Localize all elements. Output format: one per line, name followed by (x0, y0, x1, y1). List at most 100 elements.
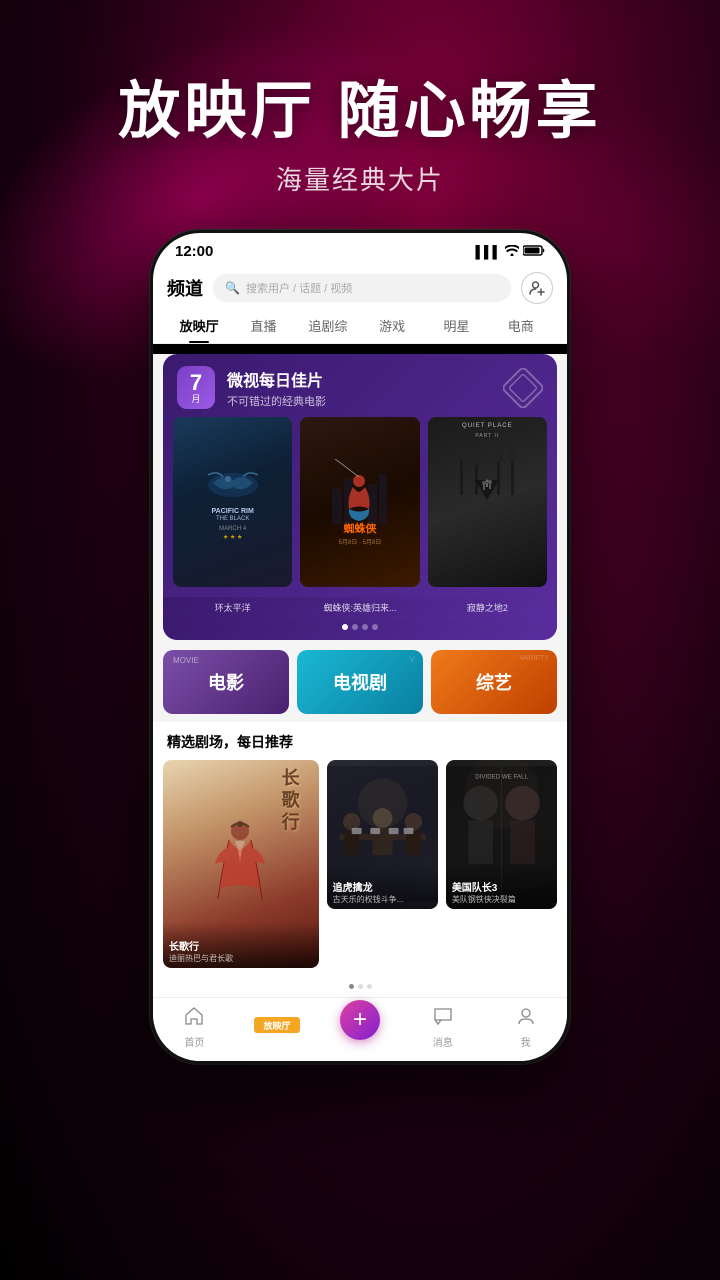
drama-desc-2: 古天乐的权钱斗争... (333, 894, 432, 905)
message-icon (433, 1006, 453, 1032)
phone-mockup: 12:00 ▌▌▌ 频道 🔍 搜索用户 / 话题 / 视频 (150, 230, 570, 1064)
status-time: 12:00 (175, 243, 213, 260)
tab-live[interactable]: 直播 (231, 312, 295, 343)
movie-spiderman[interactable]: 蜘蛛侠 5月8日 · 5月8日 (300, 417, 419, 587)
cat-overlay-3: VARIETY (520, 655, 549, 662)
featured-info: 微视每日佳片 不可错过的经典电影 (227, 367, 326, 409)
hero-section: 放映厅 随心畅享 海量经典大片 (0, 60, 720, 197)
svg-text:放映厅: 放映厅 (263, 1020, 291, 1031)
drama-overlay-1: 长歌行 迪丽热巴与君长歌 (163, 922, 319, 968)
featured-title: 微视每日佳片 (227, 367, 326, 391)
movie-quiet-place[interactable]: QUIET PLACE PART II (428, 417, 547, 587)
cat-label-variety: 综艺 (476, 669, 512, 695)
movie-label-1: 环太平洋 (173, 601, 292, 614)
nav-messages-label: 消息 (433, 1034, 453, 1049)
search-icon: 🔍 (225, 281, 240, 295)
header-logo: 频道 (167, 275, 203, 301)
plus-button[interactable]: + (340, 1000, 380, 1040)
wifi-icon (505, 245, 519, 259)
movie-label-2: 蜘蛛侠:英雄归来... (300, 601, 419, 614)
drama-item-2[interactable]: 追虎擒龙 古天乐的权钱斗争... (327, 760, 438, 968)
drama-overlay-3: 美国队长3 美队钢铁侠决裂篇 (446, 863, 557, 909)
character-silhouette (213, 819, 268, 909)
phone-frame: 12:00 ▌▌▌ 频道 🔍 搜索用户 / 话题 / 视频 (150, 230, 570, 1064)
featured-subtitle: 不可错过的经典电影 (227, 393, 326, 409)
drama-overlay-2: 追虎擒龙 古天乐的权钱斗争... (327, 863, 438, 909)
diamond-icon (503, 368, 543, 408)
drama-item-3[interactable]: DIVIDED WE FALL 美国队长3 美队钢铁侠决裂篇 (446, 760, 557, 968)
bottom-nav: 首页 放映厅 + (153, 997, 567, 1061)
nav-profile-label: 我 (521, 1034, 531, 1049)
dot-4 (372, 624, 378, 630)
carousel-dots (163, 620, 557, 640)
date-unit: 月 (185, 392, 207, 405)
home-icon (184, 1006, 204, 1032)
drama-desc-1: 迪丽热巴与君长歌 (169, 953, 313, 964)
drama-name-3: 美国队长3 (452, 879, 551, 894)
tab-drama[interactable]: 追剧综 (296, 312, 360, 343)
app-header: 频道 🔍 搜索用户 / 话题 / 视频 (153, 264, 567, 304)
profile-icon (516, 1006, 536, 1032)
dragon-silhouette (203, 465, 263, 505)
spiderman-silhouette (332, 459, 387, 524)
movie-cover-3: QUIET PLACE PART II (428, 417, 547, 587)
section-title: 精选剧场，每日推荐 (167, 732, 553, 752)
section-header: 精选剧场，每日推荐 (153, 722, 567, 760)
tab-games[interactable]: 游戏 (360, 312, 424, 343)
movie-cover-2: 蜘蛛侠 5月8日 · 5月8日 (300, 417, 419, 587)
nav-plus[interactable]: + (330, 1014, 390, 1040)
nav-home[interactable]: 首页 (164, 1006, 224, 1049)
tab-stars[interactable]: 明星 (424, 312, 488, 343)
drama-desc-3: 美队钢铁侠决裂篇 (452, 894, 551, 905)
nav-fanying[interactable]: 放映厅 (247, 1016, 307, 1039)
status-icons: ▌▌▌ (475, 245, 545, 259)
drama-dot-3 (367, 984, 372, 989)
movie-label-3: 寂静之地2 (428, 601, 547, 614)
category-grid: MOVIE 电影 V 电视剧 VARIETY 综艺 (163, 650, 557, 714)
nav-profile[interactable]: 我 (496, 1006, 556, 1049)
featured-header: 7 月 微视每日佳片 不可错过的经典电影 (163, 354, 557, 417)
battery-icon (523, 245, 545, 259)
category-variety[interactable]: VARIETY 综艺 (431, 650, 557, 714)
fanying-icon: 放映厅 (254, 1016, 300, 1039)
hero-title: 放映厅 随心畅享 (0, 60, 720, 150)
featured-card[interactable]: 7 月 微视每日佳片 不可错过的经典电影 (163, 354, 557, 640)
phone-inner: 12:00 ▌▌▌ 频道 🔍 搜索用户 / 话题 / 视频 (153, 233, 567, 1061)
drama-cover-3: DIVIDED WE FALL 美国队长3 美队钢铁侠决裂篇 (446, 760, 557, 908)
dot-3 (362, 624, 368, 630)
add-user-button[interactable] (521, 272, 553, 304)
date-badge: 7 月 (177, 366, 215, 409)
movie-labels-row: 环太平洋 蜘蛛侠:英雄归来... 寂静之地2 (163, 597, 557, 620)
nav-tabs: 放映厅 直播 追剧综 游戏 明星 电商 (153, 304, 567, 344)
cat-label-tv: 电视剧 (333, 669, 387, 695)
drama-dot-2 (358, 984, 363, 989)
category-tv[interactable]: V 电视剧 (297, 650, 423, 714)
drama-row: 长歌行 (153, 760, 567, 980)
quiet-place-silhouette (455, 445, 520, 500)
drama-name-2: 追虎擒龙 (333, 879, 432, 894)
hero-subtitle: 海量经典大片 (0, 160, 720, 197)
drama-name-1: 长歌行 (169, 938, 313, 953)
plus-icon: + (353, 1008, 367, 1032)
drama-carousel-dots (153, 980, 567, 997)
nav-home-label: 首页 (184, 1034, 204, 1049)
person-add-icon (529, 280, 545, 296)
drama-cover-1: 长歌行 (163, 760, 319, 968)
search-bar[interactable]: 🔍 搜索用户 / 话题 / 视频 (213, 274, 511, 302)
movie-pacific-rim[interactable]: PACIFIC RIM THE BLACK MARCH 4 (173, 417, 292, 587)
tab-ecom[interactable]: 电商 (489, 312, 553, 343)
signal-icon: ▌▌▌ (475, 245, 501, 259)
cat-overlay-1: MOVIE (173, 656, 199, 665)
movies-row: PACIFIC RIM THE BLACK MARCH 4 (163, 417, 557, 597)
tab-fanying[interactable]: 放映厅 (167, 312, 231, 343)
nav-messages[interactable]: 消息 (413, 1006, 473, 1049)
movie-cover-1: PACIFIC RIM THE BLACK MARCH 4 (173, 417, 292, 587)
dot-1 (342, 624, 348, 630)
status-bar: 12:00 ▌▌▌ (153, 233, 567, 264)
category-movie[interactable]: MOVIE 电影 (163, 650, 289, 714)
cat-overlay-2: V (410, 655, 415, 664)
drama-item-1[interactable]: 长歌行 (163, 760, 319, 968)
drama-cover-2: 追虎擒龙 古天乐的权钱斗争... (327, 760, 438, 908)
drama-dot-1 (349, 984, 354, 989)
search-placeholder: 搜索用户 / 话题 / 视频 (246, 280, 352, 296)
